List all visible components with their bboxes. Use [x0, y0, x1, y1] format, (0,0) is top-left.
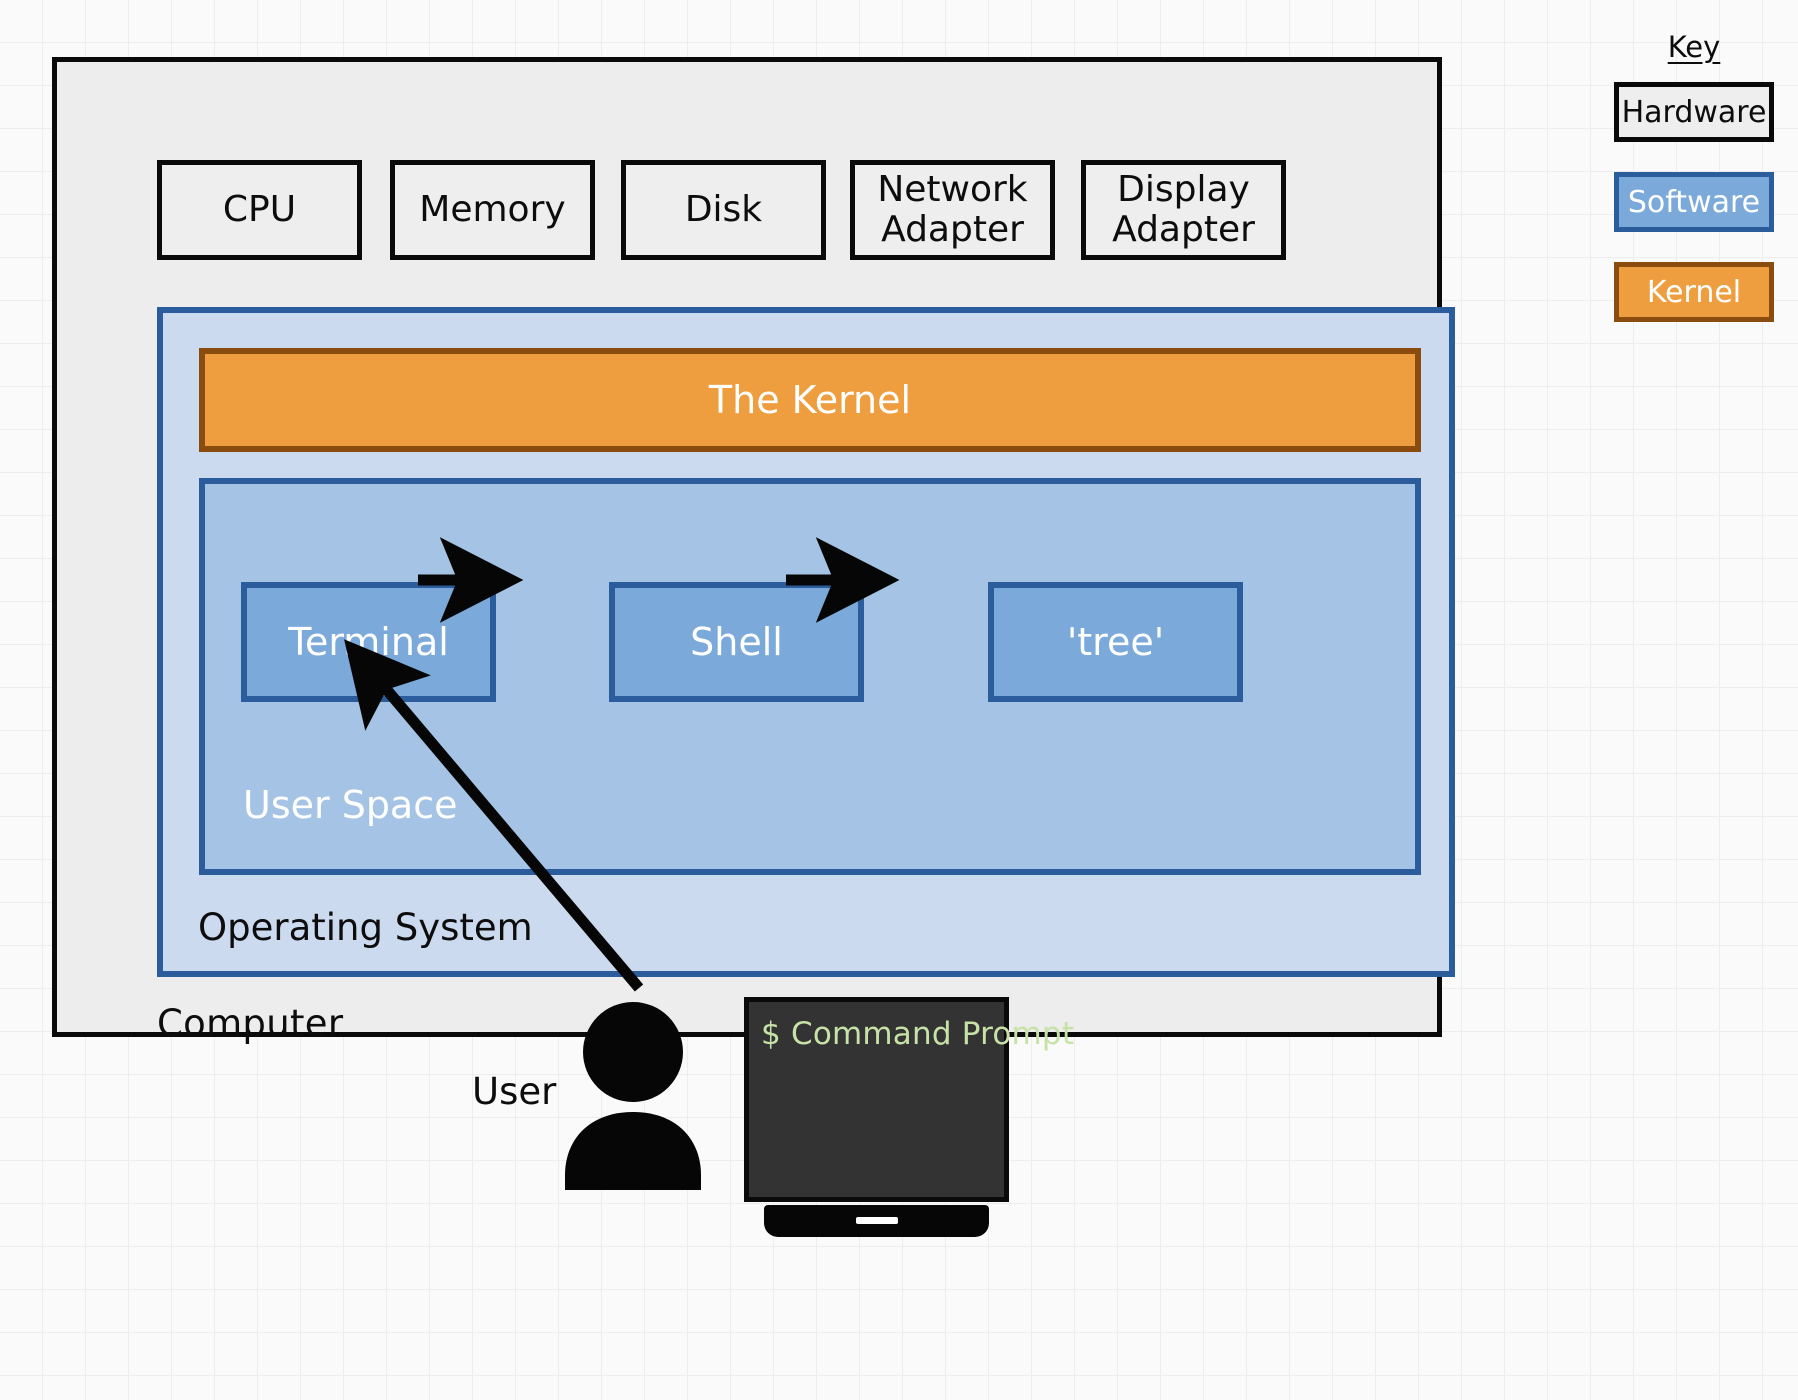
software-box-shell[interactable]: Shell	[609, 582, 864, 702]
user-space-container: Terminal Shell 'tree' User Space	[199, 478, 1421, 875]
hardware-label: CPU	[222, 188, 297, 230]
computer-container: CPU Memory Disk Network Adapter Display Ad…	[52, 57, 1455, 1045]
hardware-label: Disk	[684, 188, 763, 230]
key-item-hardware: Hardware	[1614, 82, 1774, 142]
user-label: User	[472, 1070, 557, 1113]
hardware-label: Memory	[419, 188, 566, 230]
hardware-row: CPU Memory Disk Network Adapter Display Ad…	[157, 160, 1457, 265]
software-box-terminal[interactable]: Terminal	[241, 582, 496, 702]
kernel-label: The Kernel	[708, 378, 912, 422]
operating-system-label: Operating System	[198, 906, 533, 949]
key-item-label: Software	[1627, 184, 1761, 220]
key-item-label: Kernel	[1646, 274, 1742, 310]
hardware-box-network-adapter[interactable]: Network Adapter	[850, 160, 1055, 260]
kernel-box[interactable]: The Kernel	[199, 348, 1421, 452]
hardware-box-cpu[interactable]: CPU	[157, 160, 362, 260]
user-avatar	[553, 1000, 713, 1190]
operating-system-container: The Kernel Terminal Shell 'tree' User Sp…	[157, 307, 1455, 977]
hardware-box-disk[interactable]: Disk	[621, 160, 826, 260]
software-box-tree[interactable]: 'tree'	[988, 582, 1243, 702]
command-prompt-text: $ Command Prompt	[761, 1016, 1075, 1052]
person-icon	[565, 1002, 701, 1190]
software-label: Terminal	[288, 620, 449, 664]
hardware-box-memory[interactable]: Memory	[390, 160, 595, 260]
software-label: 'tree'	[1066, 620, 1165, 664]
computer-label: Computer	[157, 1002, 344, 1045]
software-label: Shell	[690, 620, 783, 664]
monitor-stand	[764, 1205, 989, 1237]
user-space-label: User Space	[243, 783, 458, 827]
diagram-canvas: CPU Memory Disk Network Adapter Display Ad…	[0, 0, 1798, 1400]
monitor-stand-slot	[855, 1217, 898, 1224]
monitor: $ Command Prompt	[744, 997, 1075, 1237]
key-item-kernel: Kernel	[1614, 262, 1774, 322]
hardware-label: Network Adapter	[877, 168, 1028, 250]
hardware-box-display-adapter[interactable]: Display Adapter	[1081, 160, 1286, 260]
monitor-screen[interactable]: $ Command Prompt	[744, 997, 1075, 1202]
key-legend: Key Hardware Software Kernel	[1614, 30, 1774, 352]
key-title: Key	[1667, 30, 1721, 64]
key-item-software: Software	[1614, 172, 1774, 232]
hardware-label: Display Adapter	[1112, 168, 1255, 250]
key-item-label: Hardware	[1621, 94, 1767, 130]
